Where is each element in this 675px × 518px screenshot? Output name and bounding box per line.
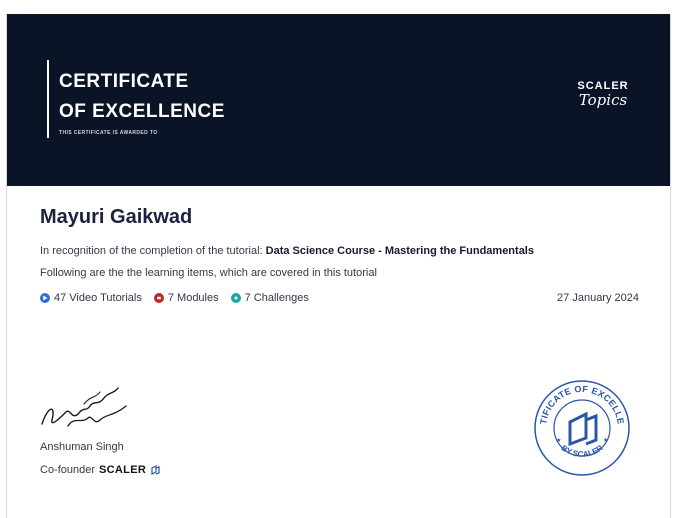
title-line-1: CERTIFICATE [59, 71, 189, 92]
certificate-subtitle: THIS CERTIFICATE IS AWARDED TO [59, 130, 158, 136]
certificate-seal: CERTIFICATE OF EXCELLENCE BY SCALER ★ ★ [532, 378, 630, 476]
signatory-role: Co-founder SCALER [40, 464, 160, 476]
scaler-logo-icon [151, 465, 160, 475]
module-icon [153, 293, 164, 303]
role-prefix: Co-founder [40, 464, 96, 476]
items-intro: Following are the the learning items, wh… [40, 267, 377, 279]
signature-image [41, 387, 127, 427]
learning-items: 47 Video Tutorials 7 Modules 7 Challenge… [40, 292, 309, 304]
item-video-tutorials: 47 Video Tutorials [40, 292, 142, 304]
seal-star-left-icon: ★ [556, 437, 561, 444]
signatory-name: Anshuman Singh [40, 441, 124, 453]
item-challenges: 7 Challenges [230, 292, 309, 304]
scaler-topics-logo: SCALER Topics [567, 80, 639, 120]
seal-star-right-icon: ★ [603, 437, 608, 444]
svg-text:BY SCALER: BY SCALER [560, 443, 605, 459]
recognition-prefix: In recognition of the completion of the … [40, 245, 266, 257]
item-label: 7 Modules [167, 292, 219, 304]
scaler-brand: SCALER [99, 464, 147, 476]
play-icon [40, 293, 50, 303]
title-line-2: OF EXCELLENCE [59, 101, 225, 122]
recipient-name: Mayuri Gaikwad [40, 206, 193, 228]
title-accent-bar [47, 60, 49, 138]
logo-bottom-text: Topics [578, 91, 628, 109]
recognition-text: In recognition of the completion of the … [40, 245, 534, 257]
issue-date: 27 January 2024 [557, 292, 639, 304]
seal-logo-icon [568, 411, 598, 447]
item-modules: 7 Modules [153, 292, 219, 304]
seal-bottom-text: BY SCALER [560, 443, 605, 459]
item-label: 7 Challenges [244, 292, 309, 304]
certificate-header: CERTIFICATE OF EXCELLENCE THIS CERTIFICA… [7, 14, 670, 186]
course-title: Data Science Course - Mastering the Fund… [265, 245, 534, 257]
challenge-icon [230, 293, 241, 303]
certificate-title: CERTIFICATE OF EXCELLENCE [59, 67, 225, 127]
item-label: 47 Video Tutorials [54, 292, 142, 304]
